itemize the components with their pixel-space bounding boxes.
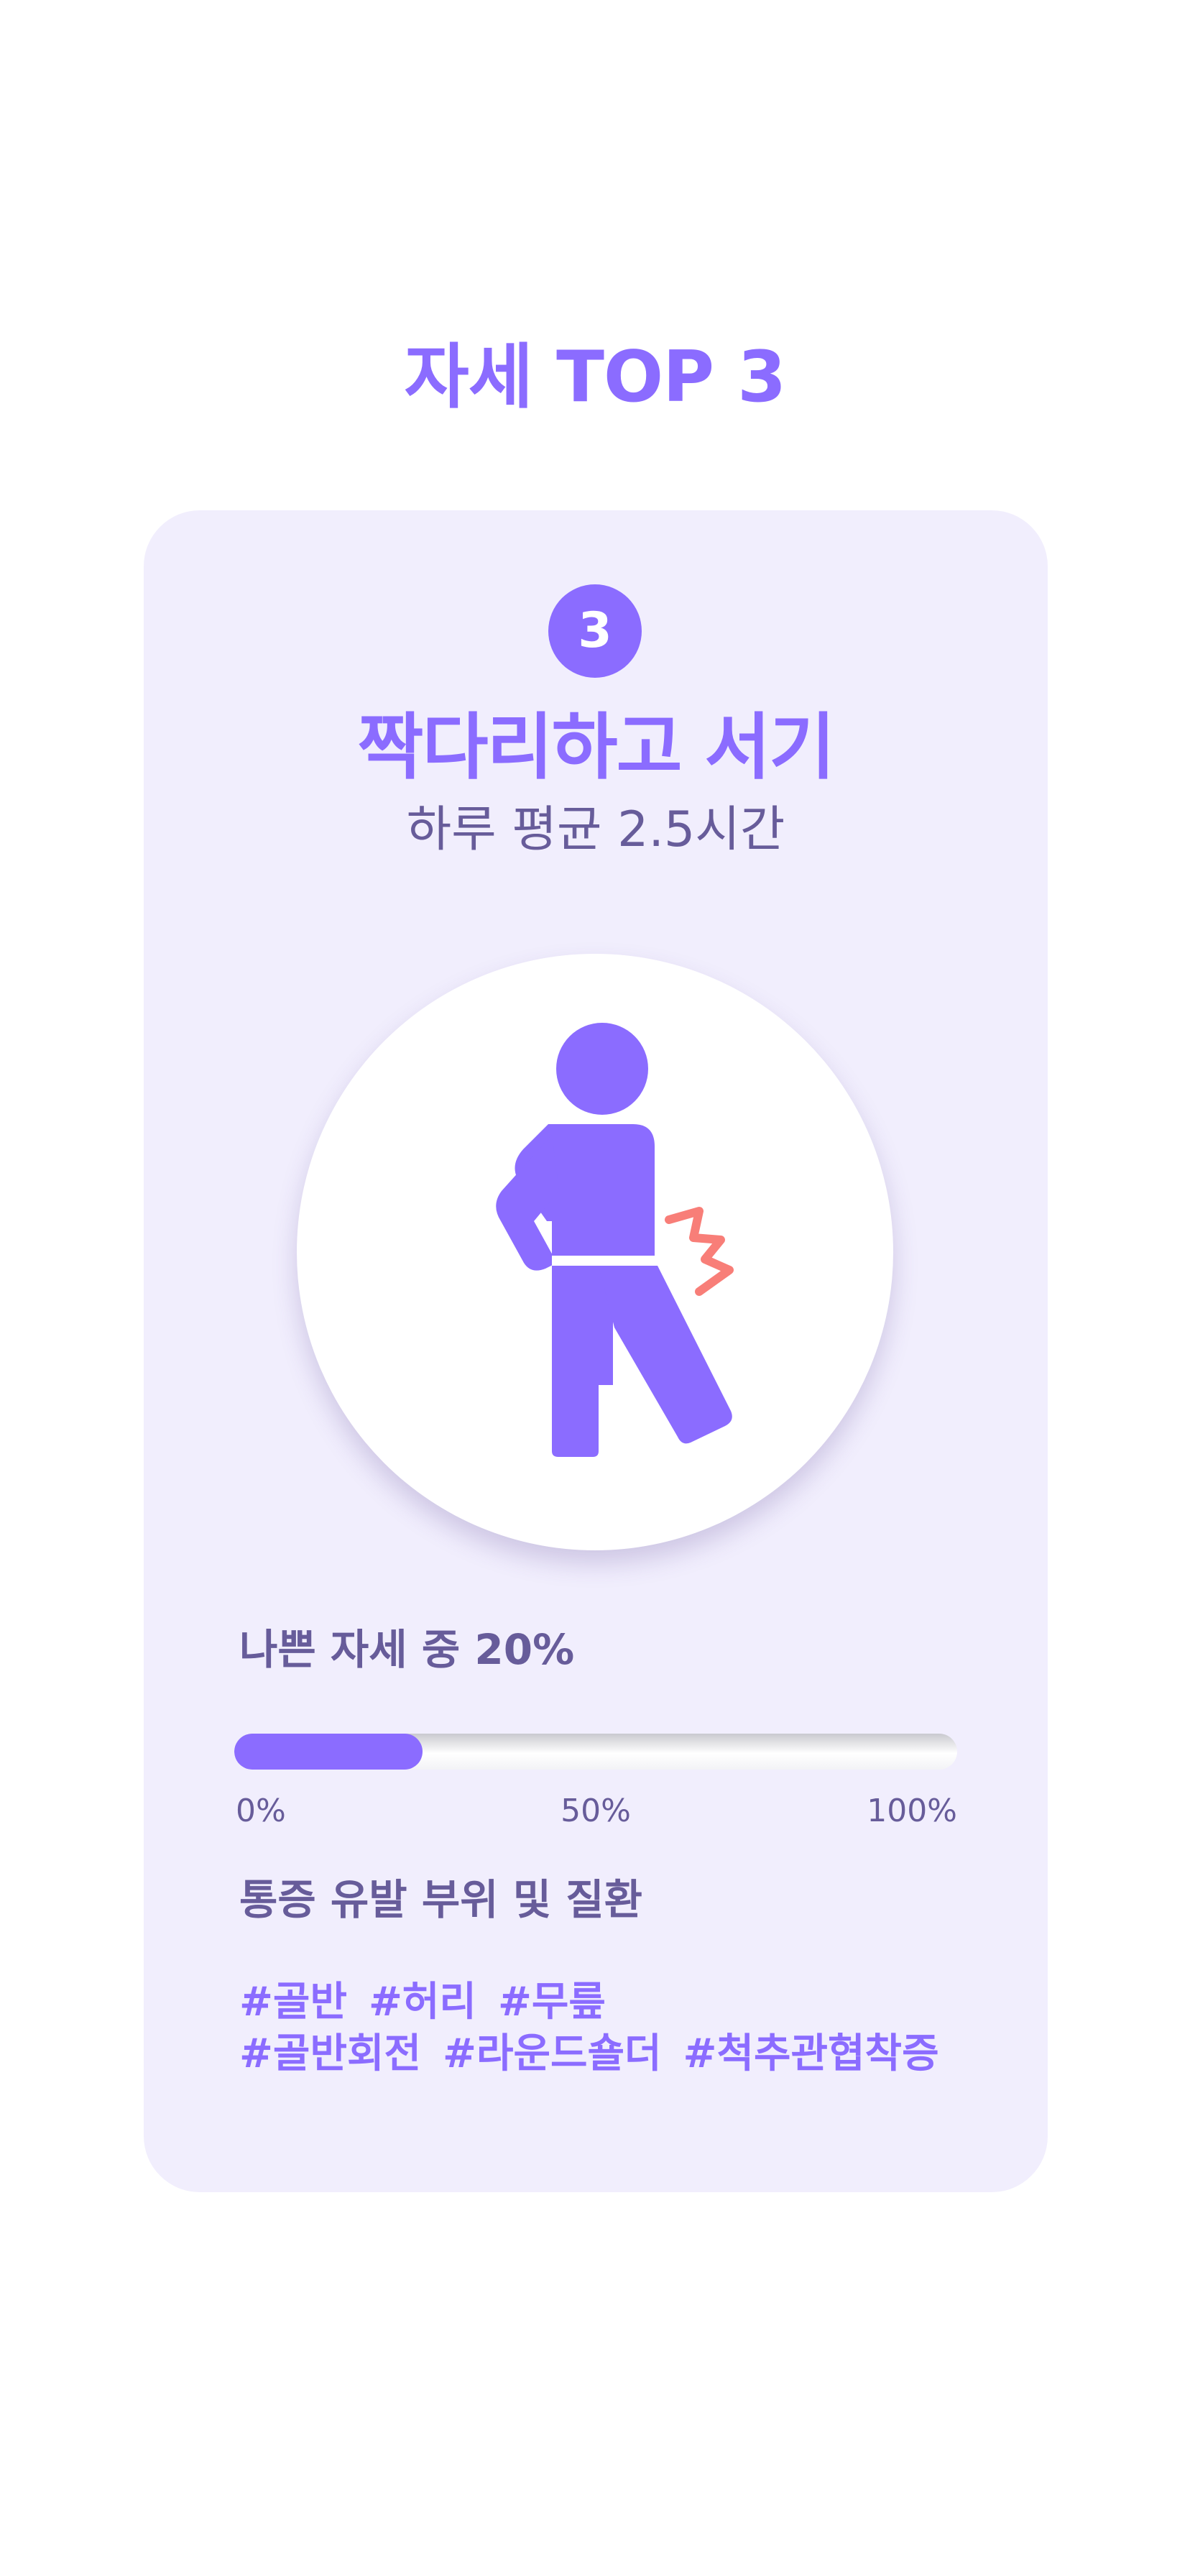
tag-round-shoulder[interactable]: #라운드숄더 (443, 2028, 662, 2080)
tag-pelvic-rotation[interactable]: #골반회전 (239, 2028, 421, 2080)
posture-card: 3 짝다리하고 서기 하루 평균 2.5시간 나쁜 자세 중 20% 0% 50… (144, 510, 1048, 2192)
pain-mark-icon (665, 1207, 734, 1296)
ratio-progress-bar (234, 1734, 957, 1770)
posture-name: 짝다리하고 서기 (357, 705, 836, 789)
bad-posture-ratio-label: 나쁜 자세 중 20% (239, 1625, 575, 1674)
daily-average: 하루 평균 2.5시간 (406, 801, 785, 858)
person-leg-cross-back-pain-icon (496, 1023, 734, 1457)
posture-illustration (297, 954, 893, 1550)
tag-lower-back[interactable]: #허리 (369, 1977, 476, 2028)
tag-line-1: #골반 #허리 #무릎 (239, 1977, 987, 2028)
progress-tick-0: 0% (236, 1793, 286, 1829)
ratio-progress-fill (234, 1734, 423, 1770)
progress-tick-100: 100% (867, 1793, 957, 1829)
tag-list: #골반 #허리 #무릎 #골반회전 #라운드숄더 #척추관협착증 (239, 1977, 987, 2080)
related-areas-title: 통증 유발 부위 및 질환 (239, 1875, 643, 1924)
progress-tick-50: 50% (561, 1793, 631, 1829)
tag-pelvis[interactable]: #골반 (239, 1977, 347, 2028)
page-title: 자세 TOP 3 (404, 336, 787, 418)
person-crossed-leg-shape (599, 1266, 732, 1444)
rank-badge: 3 (548, 584, 642, 678)
person-standing-leg-shape (552, 1266, 613, 1457)
tag-spinal-stenosis[interactable]: #척추관협착증 (683, 2028, 939, 2080)
person-head-shape (556, 1023, 648, 1115)
posture-top3-page: 자세 TOP 3 3 짝다리하고 서기 하루 평균 2.5시간 나쁜 자세 중 … (0, 0, 1190, 2576)
tag-knee[interactable]: #무릎 (498, 1977, 606, 2028)
tag-line-2: #골반회전 #라운드숄더 #척추관협착증 (239, 2028, 987, 2080)
person-belt-gap (552, 1256, 655, 1266)
